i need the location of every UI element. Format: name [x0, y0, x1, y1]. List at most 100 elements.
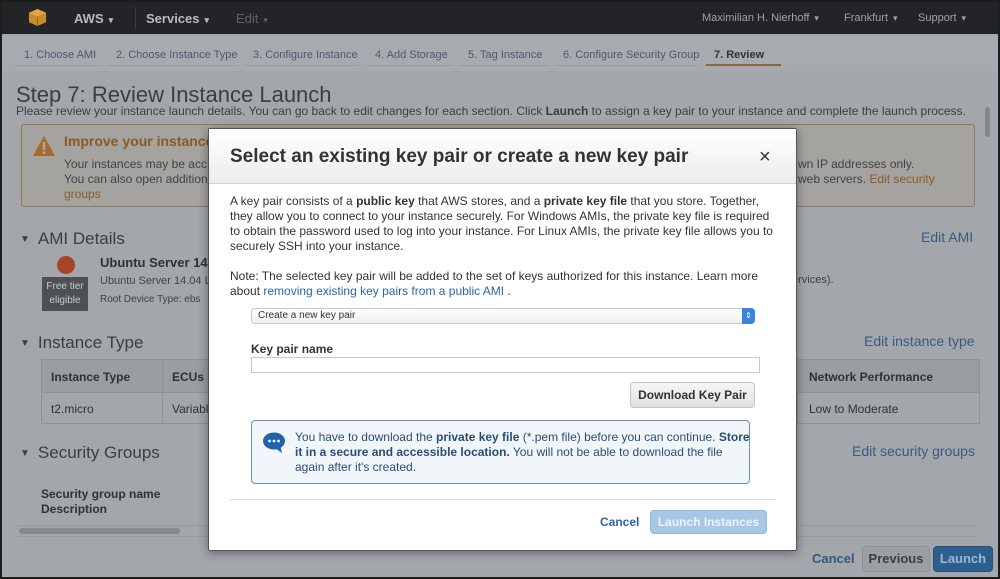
intro-launch-word: Launch [545, 104, 589, 118]
wizard-steps: 1. Choose AMI 2. Choose Instance Type 3.… [2, 35, 998, 71]
aws-menu-label: AWS [74, 11, 104, 26]
chat-bubble-icon [263, 432, 285, 453]
wizard-step-divider [460, 65, 548, 66]
warning-text-part: web servers. [798, 172, 867, 186]
info-bold: it in a secure and accessible location. [295, 445, 510, 459]
section-ami-details[interactable]: ▼ AMI Details [20, 229, 125, 249]
modal-note: Note: The selected key pair will be adde… [230, 269, 759, 283]
user-menu[interactable]: Maximilian H. Nierhoff ▾ [702, 12, 819, 24]
chevron-down-icon: ▾ [893, 13, 898, 23]
warning-text: web servers. Edit security [798, 172, 935, 186]
warning-icon [33, 136, 55, 156]
public-key-term: public key [356, 194, 415, 208]
ami-root-device: Root Device Type: ebs [100, 294, 201, 305]
support-menu[interactable]: Support ▾ [918, 12, 966, 24]
modal-title: Select an existing key pair or create a … [230, 146, 689, 167]
edit-security-groups-link[interactable]: groups [64, 187, 101, 201]
private-key-file-term: private key file [543, 194, 628, 208]
section-title: Security Groups [37, 443, 160, 462]
table-cell: Low to Moderate [809, 402, 899, 416]
key-pair-name-label: Key pair name [251, 342, 334, 356]
key-pair-select[interactable]: Create a new key pair ⇕ [251, 308, 755, 324]
aws-menu[interactable]: AWS ▾ [74, 11, 113, 26]
chevron-down-icon: ▾ [263, 15, 268, 25]
wizard-step-divider [245, 65, 359, 66]
modal-header: Select an existing key pair or create a … [209, 129, 796, 184]
edit-security-link[interactable]: Edit security [869, 172, 934, 186]
wizard-step-configure-instance[interactable]: 3. Configure Instance [253, 49, 358, 61]
chevron-down-icon: ▾ [814, 13, 819, 23]
info-line: it in a secure and accessible location. … [295, 445, 750, 460]
modal-description: A key pair consists of a public key that… [230, 194, 759, 209]
region-name: Frankfurt [844, 12, 889, 24]
wizard-step-configure-security-group[interactable]: 6. Configure Security Group [563, 49, 699, 61]
note-text: about [230, 284, 264, 298]
vertical-scrollbar[interactable] [985, 107, 990, 137]
close-icon[interactable]: × [759, 146, 771, 169]
section-instance-type[interactable]: ▼ Instance Type [20, 333, 143, 353]
nav-divider [135, 7, 136, 29]
column-header: Network Performance [809, 370, 934, 384]
download-key-pair-button[interactable]: Download Key Pair [630, 382, 755, 408]
edit-menu[interactable]: Edit ▾ [236, 11, 268, 26]
wizard-step-divider [108, 65, 238, 66]
ami-name: Ubuntu Server 14. [100, 255, 212, 270]
wizard-step-tag-instance[interactable]: 5. Tag Instance [468, 49, 542, 61]
wizard-step-divider [367, 65, 453, 66]
column-divider [162, 360, 163, 423]
active-step-underline [706, 64, 781, 66]
info-text: You have to download the private key fil… [295, 430, 750, 475]
modal-footer-divider [230, 499, 776, 500]
free-tier-badge: Free tier eligible [42, 277, 88, 311]
security-group-name-label: Security group name [41, 487, 161, 501]
services-menu-label: Services [146, 11, 200, 26]
select-arrows-icon: ⇕ [742, 308, 755, 324]
ubuntu-logo-icon [57, 256, 75, 274]
aws-cube-icon[interactable] [28, 8, 47, 27]
cancel-button[interactable]: Cancel [812, 551, 855, 566]
browser-frame: AWS ▾ Services ▾ Edit ▾ Maximilian H. Nierh… [0, 0, 1000, 579]
description-text: that AWS stores, and a [414, 194, 544, 208]
modal-description-line: they allow you to connect to your instan… [230, 209, 770, 223]
chevron-down-icon: ▾ [961, 13, 967, 23]
key-pair-modal: Select an existing key pair or create a … [208, 128, 797, 551]
modal-description-line: to obtain the password used to log into … [230, 224, 773, 238]
remove-key-pairs-link[interactable]: removing existing key pairs from a publi… [263, 284, 504, 298]
modal-cancel-button[interactable]: Cancel [600, 515, 639, 529]
table-cell: Variabl [172, 402, 209, 416]
info-text-part: You have to download the [295, 430, 437, 444]
warning-title: Improve your instance [64, 133, 214, 149]
section-title: Instance Type [37, 333, 144, 352]
section-security-groups[interactable]: ▼ Security Groups [20, 443, 160, 463]
chevron-down-icon: ▾ [204, 15, 210, 25]
wizard-step-choose-instance-type[interactable]: 2. Choose Instance Type [116, 49, 238, 61]
info-text-part: You will not be able to download the fil… [509, 445, 723, 459]
edit-security-groups-link[interactable]: Edit security groups [852, 443, 975, 459]
launch-instances-button[interactable]: Launch Instances [650, 510, 767, 534]
warning-text: You can also open addition [64, 172, 208, 186]
services-menu[interactable]: Services ▾ [146, 11, 209, 26]
previous-button[interactable]: Previous [862, 546, 930, 572]
wizard-step-review[interactable]: 7. Review [714, 49, 764, 61]
column-header: ECUs [172, 370, 205, 384]
edit-instance-type-link[interactable]: Edit instance type [864, 333, 975, 349]
ami-description-end: ervices). [792, 274, 834, 286]
caret-down-icon: ▼ [20, 448, 30, 459]
wizard-step-choose-ami[interactable]: 1. Choose AMI [24, 49, 96, 61]
region-menu[interactable]: Frankfurt ▾ [844, 12, 898, 24]
wizard-step-add-storage[interactable]: 4. Add Storage [375, 49, 448, 61]
launch-button[interactable]: Launch [933, 546, 993, 572]
warning-text: Your instances may be acc [64, 157, 207, 171]
info-text-part: (*.pem file) before you can continue. [519, 430, 719, 444]
page-intro: Please review your instance launch detai… [16, 104, 966, 118]
edit-ami-link[interactable]: Edit AMI [921, 229, 973, 245]
top-nav: AWS ▾ Services ▾ Edit ▾ Maximilian H. Nierh… [2, 2, 998, 34]
warning-text: wn IP addresses only. [798, 157, 915, 171]
intro-text: Please review your instance launch detai… [16, 104, 546, 118]
key-pair-name-input[interactable] [251, 357, 760, 373]
caret-down-icon: ▼ [20, 234, 30, 245]
security-group-description-label: Description [41, 502, 108, 516]
horizontal-scrollbar[interactable] [19, 528, 180, 534]
info-line: again after it's created. [295, 460, 417, 474]
modal-description-line: securely SSH into your instance. [230, 239, 404, 253]
